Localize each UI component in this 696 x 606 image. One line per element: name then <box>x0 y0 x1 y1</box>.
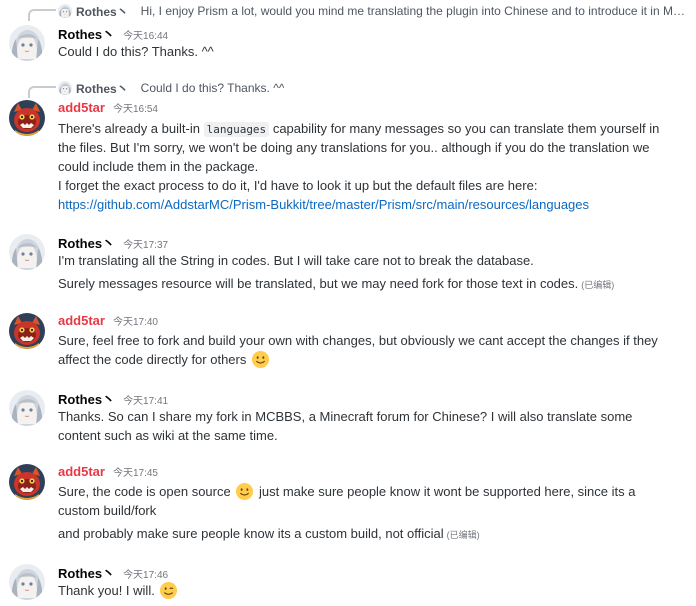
anime-girl-avatar[interactable] <box>9 234 45 270</box>
reply-author[interactable]: Rothes丶 <box>76 80 129 97</box>
message-header: Rothes丶 今天17:41 <box>58 389 168 407</box>
github-link[interactable]: https://github.com/AddstarMC/Prism-Bukki… <box>58 197 589 212</box>
reply-preview[interactable]: Rothes丶 Could I do this? Thanks. ^^ <box>58 79 690 97</box>
chat-message-list: Rothes丶 Hi, I enjoy Prism a lot, would y… <box>0 0 696 606</box>
reply-preview[interactable]: Rothes丶 Hi, I enjoy Prism a lot, would y… <box>58 2 690 20</box>
text-segment: Surely messages resource will be transla… <box>58 276 579 291</box>
timestamp[interactable]: 今天17:41 <box>123 392 168 407</box>
text-segment: Sure, the code is open source <box>58 484 231 499</box>
message-text: Thank you! I will. <box>58 581 688 600</box>
winking-face-emoji-icon[interactable] <box>159 581 178 600</box>
message-text: I'm translating all the String in codes.… <box>58 253 534 268</box>
message-text: Could I do this? Thanks. ^^ <box>58 44 214 59</box>
author-name[interactable]: add5tar <box>58 313 105 328</box>
author-name[interactable]: add5tar <box>58 464 105 479</box>
red-mask-avatar[interactable] <box>9 313 45 349</box>
edited-label: (已编辑) <box>581 280 615 290</box>
message-text: and probably make sure people know its a… <box>58 524 688 545</box>
reply-avatar-icon <box>58 4 72 18</box>
message-text: I forget the exact process to do it, I'd… <box>58 178 538 193</box>
author-name[interactable]: Rothes丶 <box>58 563 115 582</box>
message-text: custom build/fork <box>58 503 157 518</box>
timestamp[interactable]: 今天17:45 <box>113 464 158 479</box>
slightly-smiling-face-emoji-icon[interactable] <box>235 482 254 501</box>
message-text: affect the code directly for others <box>58 350 688 369</box>
message-header: add5tar 今天17:40 <box>58 313 158 331</box>
message-link-line: https://github.com/AddstarMC/Prism-Bukki… <box>58 195 688 214</box>
timestamp[interactable]: 今天17:40 <box>113 313 158 328</box>
message-header: Rothes丶 今天17:46 <box>58 563 168 581</box>
author-name[interactable]: Rothes丶 <box>58 233 115 252</box>
reply-avatar-icon <box>58 81 72 95</box>
text-segment: There's already a built-in <box>58 121 200 136</box>
message-text: Thanks. So can I share my fork in MCBBS,… <box>58 409 633 424</box>
anime-girl-avatar[interactable] <box>9 564 45 600</box>
text-segment: just make sure people know it wont be su… <box>258 484 636 499</box>
reply-text: Hi, I enjoy Prism a lot, would you mind … <box>140 4 690 18</box>
message-header: Rothes丶 今天17:37 <box>58 233 168 251</box>
message-header: add5tar 今天16:54 <box>58 100 158 118</box>
message-text: could include them in the package. <box>58 159 259 174</box>
red-mask-avatar[interactable] <box>9 464 45 500</box>
text-segment: affect the code directly for others <box>58 352 247 367</box>
red-mask-avatar[interactable] <box>9 100 45 136</box>
reply-author[interactable]: Rothes丶 <box>76 3 129 20</box>
timestamp[interactable]: 今天17:37 <box>123 236 168 251</box>
message-text: Surely messages resource will be transla… <box>58 274 688 295</box>
reply-spine <box>28 86 56 98</box>
text-segment: Thank you! I will. <box>58 583 155 598</box>
message-header: Rothes丶 今天16:44 <box>58 24 168 42</box>
anime-girl-avatar[interactable] <box>9 390 45 426</box>
timestamp[interactable]: 今天16:44 <box>123 27 168 42</box>
message-text: Sure, the code is open source just make … <box>58 482 688 501</box>
message-header: add5tar 今天17:45 <box>58 464 158 482</box>
message-text: Sure, feel free to fork and build your o… <box>58 333 658 348</box>
timestamp[interactable]: 今天17:46 <box>123 566 168 581</box>
text-segment: capability for many messages so you can … <box>272 121 660 136</box>
anime-girl-avatar[interactable] <box>9 25 45 61</box>
author-name[interactable]: add5tar <box>58 100 105 115</box>
reply-text: Could I do this? Thanks. ^^ <box>140 81 285 95</box>
edited-label: (已编辑) <box>446 530 480 540</box>
message-text: There's already a built-in languages cap… <box>58 119 688 139</box>
slightly-smiling-face-emoji-icon[interactable] <box>251 350 270 369</box>
message-text: content such as wiki at the same time. <box>58 428 278 443</box>
inline-code: languages <box>203 122 270 137</box>
text-segment: and probably make sure people know its a… <box>58 526 444 541</box>
timestamp[interactable]: 今天16:54 <box>113 100 158 115</box>
author-name[interactable]: Rothes丶 <box>58 24 115 43</box>
author-name[interactable]: Rothes丶 <box>58 389 115 408</box>
reply-spine <box>28 9 56 21</box>
message-text: the files. But I'm sorry, we won't be do… <box>58 140 650 155</box>
